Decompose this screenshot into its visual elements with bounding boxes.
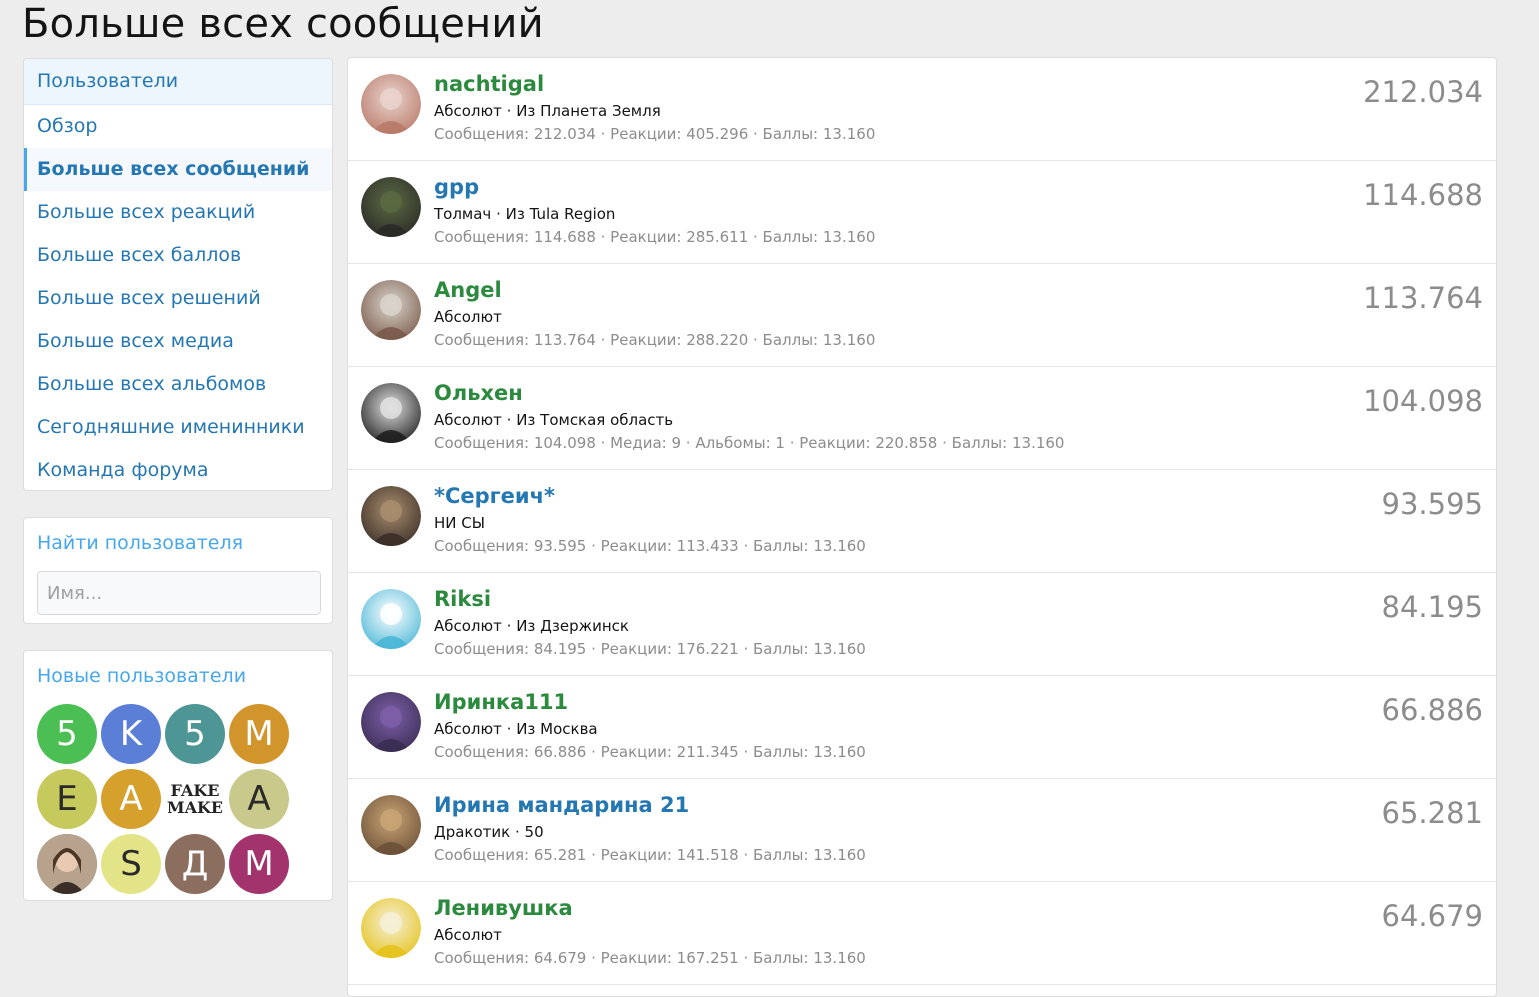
member-row: Angel Абсолют Сообщения: 113.764 · Реакции… xyxy=(348,264,1496,367)
fake-make-avatar-icon[interactable]: FAKE MAKE xyxy=(165,769,225,829)
avatar-letter: K xyxy=(119,714,143,754)
member-stats: Сообщения: 93.595 · Реакции: 113.433 · Б… xyxy=(434,537,866,555)
new-user-avatar[interactable]: M xyxy=(229,834,289,894)
new-user-avatar[interactable]: A xyxy=(101,769,161,829)
user-photo-icon[interactable] xyxy=(361,589,421,649)
user-photo-icon[interactable] xyxy=(361,74,421,134)
member-title: Абсолют · Из Дзержинск xyxy=(434,617,629,635)
member-stats: Сообщения: 84.195 · Реакции: 176.221 · Б… xyxy=(434,640,866,658)
user-photo-icon[interactable] xyxy=(361,795,421,855)
nav-item-most-media[interactable]: Больше всех медиа xyxy=(24,320,332,363)
member-title: Дракотик · 50 xyxy=(434,823,544,841)
member-stats: Сообщения: 64.679 · Реакции: 167.251 · Б… xyxy=(434,949,866,967)
member-name-link[interactable]: Ленивушка xyxy=(434,893,573,923)
find-user-block: Найти пользователя xyxy=(23,517,333,624)
member-title: Абсолют · Из Планета Земля xyxy=(434,102,661,120)
member-title: Абсолют · Из Москва xyxy=(434,720,598,738)
nav-item-overview[interactable]: Обзор xyxy=(24,105,332,148)
member-name-link[interactable]: Ирина мандарина 21 xyxy=(434,790,689,820)
member-title: Абсолют xyxy=(434,308,502,326)
member-row: Ирина мандарина 21 Дракотик · 50 Сообщения… xyxy=(348,779,1496,882)
member-name-link[interactable]: gpp xyxy=(434,172,479,202)
avatar-letter: M xyxy=(244,844,274,884)
member-name-link[interactable]: Riksi xyxy=(434,584,491,614)
new-user-avatar[interactable]: E xyxy=(37,769,97,829)
member-stats: Сообщения: 66.886 · Реакции: 211.345 · Б… xyxy=(434,743,866,761)
member-message-count: 64.679 xyxy=(1381,899,1483,933)
user-photo-icon[interactable] xyxy=(361,486,421,546)
member-message-count: 113.764 xyxy=(1363,281,1483,315)
member-name-link[interactable]: Иринка111 xyxy=(434,687,568,717)
member-message-count: 66.886 xyxy=(1381,693,1483,727)
nav-item-staff[interactable]: Команда форума xyxy=(24,449,332,490)
member-stats: Сообщения: 212.034 · Реакции: 405.296 · … xyxy=(434,125,876,143)
member-row: Ленивушка Абсолют Сообщения: 64.679 · Реак… xyxy=(348,882,1496,985)
member-row: nachtigal Абсолют · Из Планета Земля Сообщ… xyxy=(348,58,1496,161)
member-title: НИ СЫ xyxy=(434,514,485,532)
member-list: nachtigal Абсолют · Из Планета Земля Сообщ… xyxy=(347,57,1497,997)
avatar-letter: 5 xyxy=(184,714,206,754)
member-message-count: 93.595 xyxy=(1381,487,1483,521)
member-row: Иринка111 Абсолют · Из Москва Сообщения: 6… xyxy=(348,676,1496,779)
member-message-count: 65.281 xyxy=(1381,796,1483,830)
new-users-block: Новые пользователи 5 K 5 M E A FAKE MAKE A S Д M xyxy=(23,650,333,901)
new-user-avatar[interactable]: Д xyxy=(165,834,225,894)
new-user-avatar[interactable]: K xyxy=(101,704,161,764)
member-row: gpp Толмач · Из Tula Region Сообщения: 114… xyxy=(348,161,1496,264)
user-photo-icon[interactable] xyxy=(361,898,421,958)
member-message-count: 104.098 xyxy=(1363,384,1483,418)
find-user-input[interactable] xyxy=(37,571,321,615)
avatar-letter: A xyxy=(247,779,271,819)
new-user-avatar[interactable]: 5 xyxy=(165,704,225,764)
member-stats: Сообщения: 104.098 · Медиа: 9 · Альбомы:… xyxy=(434,434,1065,452)
svg-text:MAKE: MAKE xyxy=(167,798,223,817)
member-title: Толмач · Из Tula Region xyxy=(434,205,616,223)
member-message-count: 114.688 xyxy=(1363,178,1483,212)
nav-item-most-points[interactable]: Больше всех баллов xyxy=(24,234,332,277)
member-row: Ольхен Абсолют · Из Томская область Сообще… xyxy=(348,367,1496,470)
user-photo-icon[interactable] xyxy=(361,692,421,752)
user-photo-icon[interactable] xyxy=(361,383,421,443)
avatar-letter: 5 xyxy=(56,714,78,754)
nav-item-birthdays[interactable]: Сегодняшние именинники xyxy=(24,406,332,449)
member-title: Абсолют · Из Томская область xyxy=(434,411,674,429)
page-title: Больше всех сообщений xyxy=(22,1,544,47)
new-users-title: Новые пользователи xyxy=(37,665,247,687)
avatar-letter: Д xyxy=(181,844,209,884)
member-message-count: 212.034 xyxy=(1363,75,1483,109)
nav-item-most-reactions[interactable]: Больше всех реакций xyxy=(24,191,332,234)
user-photo-icon[interactable] xyxy=(361,280,421,340)
member-name-link[interactable]: *Сергеич* xyxy=(434,481,555,511)
member-stats: Сообщения: 114.688 · Реакции: 285.611 · … xyxy=(434,228,876,246)
nav-item-most-solutions[interactable]: Больше всех решений xyxy=(24,277,332,320)
member-title: Абсолют xyxy=(434,926,502,944)
find-user-title: Найти пользователя xyxy=(37,532,244,554)
member-name-link[interactable]: Angel xyxy=(434,275,502,305)
member-stats: Сообщения: 113.764 · Реакции: 288.220 · … xyxy=(434,331,876,349)
member-message-count: 84.195 xyxy=(1381,590,1483,624)
nav-item-most-messages[interactable]: Больше всех сообщений xyxy=(24,148,332,191)
member-stats: Сообщения: 65.281 · Реакции: 141.518 · Б… xyxy=(434,846,866,864)
member-row: Riksi Абсолют · Из Дзержинск Сообщения: 84… xyxy=(348,573,1496,676)
sidebar-nav: Пользователи Обзор Больше всех сообщений… xyxy=(23,58,333,491)
new-user-avatar[interactable]: A xyxy=(229,769,289,829)
avatar-letter: E xyxy=(56,779,78,819)
photo-avatar-icon[interactable] xyxy=(37,834,97,894)
member-name-link[interactable]: nachtigal xyxy=(434,69,544,99)
member-name-link[interactable]: Ольхен xyxy=(434,378,523,408)
new-user-avatar[interactable]: 5 xyxy=(37,704,97,764)
new-user-avatar[interactable]: S xyxy=(101,834,161,894)
new-user-avatar[interactable]: M xyxy=(229,704,289,764)
member-row: *Сергеич* НИ СЫ Сообщения: 93.595 · Реакци… xyxy=(348,470,1496,573)
nav-header[interactable]: Пользователи xyxy=(24,59,332,105)
nav-item-most-albums[interactable]: Больше всех альбомов xyxy=(24,363,332,406)
avatar-letter: M xyxy=(244,714,274,754)
user-photo-icon[interactable] xyxy=(361,177,421,237)
avatar-letter: S xyxy=(120,844,142,884)
avatar-letter: A xyxy=(119,779,143,819)
